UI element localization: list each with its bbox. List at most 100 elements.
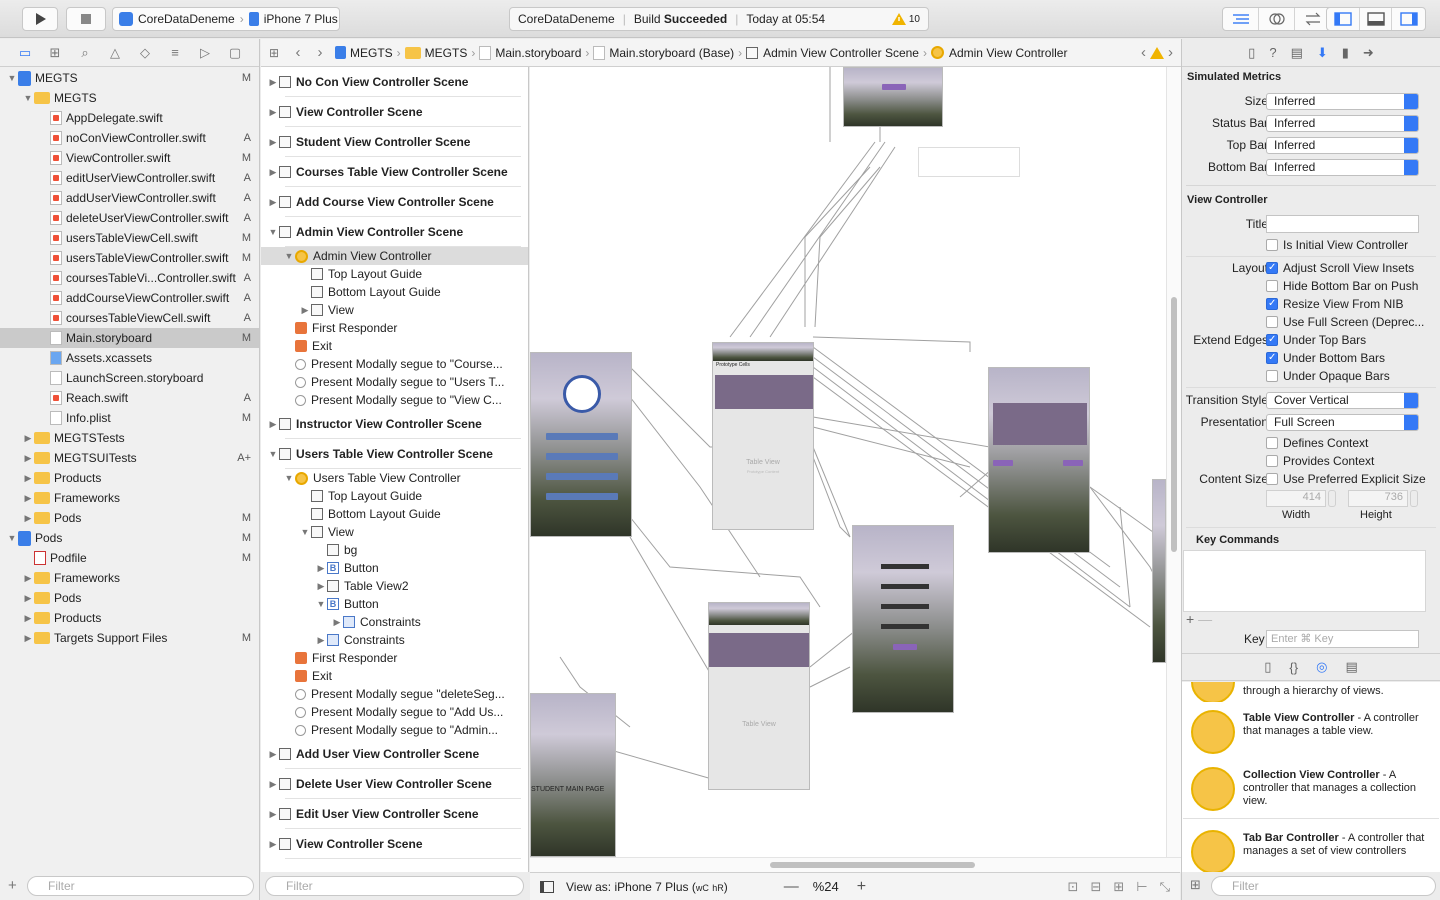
height-stepper[interactable] [1410,489,1418,507]
disclosure-triangle-icon[interactable]: ▶ [267,77,279,88]
outline-item[interactable]: Top Layout Guide [261,487,528,505]
quick-help-icon[interactable]: ? [1269,45,1276,60]
outline-item[interactable]: ▶ Constraints [261,613,528,631]
disclosure-triangle-icon[interactable]: ▶ [267,839,279,850]
disclosure-triangle-icon[interactable]: ▶ [22,633,34,644]
disclosure-triangle-icon[interactable]: ▶ [331,617,343,628]
breadcrumb-5[interactable]: Admin View Controller [949,46,1068,60]
stack-icon[interactable]: ⊟ [1090,879,1101,895]
title-field[interactable] [1266,215,1419,233]
disclosure-triangle-icon[interactable]: ▶ [22,473,34,484]
disclosure-triangle-icon[interactable]: ▼ [299,527,311,537]
back-icon[interactable]: ‹ [287,44,309,61]
is-initial-checkbox[interactable] [1266,239,1278,251]
disclosure-triangle-icon[interactable]: ▶ [22,513,34,524]
symbol-navigator-icon[interactable]: ⊞ [40,45,70,61]
outline-filter[interactable]: Filter [265,876,524,896]
file-inspector-icon[interactable]: ▯ [1248,45,1255,61]
preferred-size-checkbox[interactable] [1266,473,1278,485]
pin-icon[interactable]: ⊢ [1136,879,1147,895]
library-item[interactable]: Table View Controller - A controller tha… [1183,702,1439,762]
outline-item[interactable]: Exit [261,667,528,685]
file-tree-item[interactable]: Reach.swift A [0,388,259,408]
disclosure-triangle-icon[interactable]: ▶ [267,137,279,148]
breadcrumb-4[interactable]: Admin View Controller Scene [763,46,919,60]
user-detail-scene-thumb[interactable] [988,367,1090,553]
disclosure-triangle-icon[interactable]: ▼ [315,599,327,609]
file-tree-item[interactable]: ▼ MEGTS [0,88,259,108]
width-stepper[interactable] [1328,489,1336,507]
file-tree-item[interactable]: coursesTableViewCell.swift A [0,308,259,328]
file-tree-item[interactable]: deleteUserViewController.swift A [0,208,259,228]
file-tree-item[interactable]: ▼ Pods M [0,528,259,548]
outline-item[interactable]: ▼ B Button [261,595,528,613]
grid-view-icon[interactable]: ⊞ [1190,877,1201,893]
breadcrumb-1[interactable]: MEGTS [425,46,468,60]
add-icon[interactable]: + [8,877,17,894]
test-icon[interactable]: ◇ [130,45,160,61]
debug-toggle-icon[interactable] [1360,8,1393,30]
disclosure-triangle-icon[interactable]: ▼ [6,533,18,543]
height-field[interactable]: 736 [1348,489,1408,507]
outline-scene[interactable]: ▶ Delete User View Controller Scene [261,769,528,799]
outline-item[interactable]: First Responder [261,649,528,667]
outline-item[interactable]: Top Layout Guide [261,265,528,283]
report-icon[interactable]: ▢ [220,45,250,61]
metric-popup[interactable]: Inferred [1266,158,1419,176]
library-filter[interactable]: Filter [1211,876,1436,896]
offscreen-scene-thumb[interactable] [1152,479,1166,663]
align-icon[interactable]: ⊞ [1113,879,1124,895]
media-library-icon[interactable]: ▤ [1345,659,1357,675]
run-button[interactable] [22,7,58,31]
outline-item[interactable]: ▶ Table View2 [261,577,528,595]
file-tree-item[interactable]: ▶ Frameworks [0,568,259,588]
disclosure-triangle-icon[interactable]: ▼ [267,227,279,237]
outline-toggle-icon[interactable] [540,880,554,893]
under-top-checkbox[interactable] [1266,334,1278,346]
related-items-icon[interactable]: ⊞ [261,46,287,60]
navigator-filter[interactable]: Filter [27,876,254,896]
outline-item[interactable]: First Responder [261,319,528,337]
outline-item[interactable]: Present Modally segue "deleteSeg... [261,685,528,703]
warning-indicator[interactable]: 10 [891,13,920,25]
file-tree-item[interactable]: ▶ Products [0,468,259,488]
disclosure-triangle-icon[interactable]: ▼ [267,449,279,459]
file-tree-item[interactable]: ▼ MEGTS M [0,68,259,88]
disclosure-triangle-icon[interactable]: ▶ [267,197,279,208]
embed-icon[interactable]: ⊡ [1068,879,1079,895]
forward-icon[interactable]: › [309,44,331,61]
main-scene-thumb[interactable] [530,352,632,537]
provides-context-checkbox[interactable] [1266,455,1278,467]
code-snippet-icon[interactable]: {} [1289,660,1298,675]
vertical-scroll-thumb[interactable] [1171,297,1177,552]
object-library-icon[interactable]: ◎ [1316,659,1327,675]
view-controller-scene-thumb[interactable] [918,147,1020,177]
presentation-popup[interactable]: Full Screen [1266,413,1419,431]
disclosure-triangle-icon[interactable]: ▶ [299,305,311,316]
breadcrumb-0[interactable]: MEGTS [350,46,393,60]
disclosure-triangle-icon[interactable]: ▶ [22,493,34,504]
zoom-in-icon[interactable]: + [857,878,866,896]
disclosure-triangle-icon[interactable]: ▶ [267,419,279,430]
metric-popup[interactable]: Inferred [1266,92,1419,110]
library-item[interactable]: Collection View Controller - A controlle… [1183,759,1439,819]
library-item[interactable]: Tab Bar Controller - A controller that m… [1183,822,1439,872]
disclosure-triangle-icon[interactable]: ▶ [22,453,34,464]
file-tree-item[interactable]: ViewController.swift M [0,148,259,168]
add-key-command-icon[interactable]: + — [1186,611,1212,627]
stop-button[interactable] [66,7,106,31]
file-tree-item[interactable]: ▶ Frameworks [0,488,259,508]
outline-scene[interactable]: ▼ Admin View Controller Scene [261,217,528,247]
file-tree-item[interactable]: ▶ Products [0,608,259,628]
storyboard-canvas[interactable]: Prototype Cells Table View Prototype Con… [530,67,1166,857]
breadcrumb-3[interactable]: Main.storyboard (Base) [609,46,734,60]
outline-scene[interactable]: ▶ Add Course View Controller Scene [261,187,528,217]
outline-item[interactable]: Bottom Layout Guide [261,505,528,523]
file-tree-item[interactable]: usersTableViewController.swift M [0,248,259,268]
disclosure-triangle-icon[interactable]: ▼ [22,93,34,103]
outline-scene[interactable]: ▼ Users Table View Controller Scene [261,439,528,469]
navigator-toggle-icon[interactable] [1327,8,1360,30]
outline-item[interactable]: Present Modally segue to "Add Us... [261,703,528,721]
attributes-inspector-icon[interactable]: ⬇ [1317,45,1328,61]
file-tree-item[interactable]: coursesTableVi...Controller.swift A [0,268,259,288]
